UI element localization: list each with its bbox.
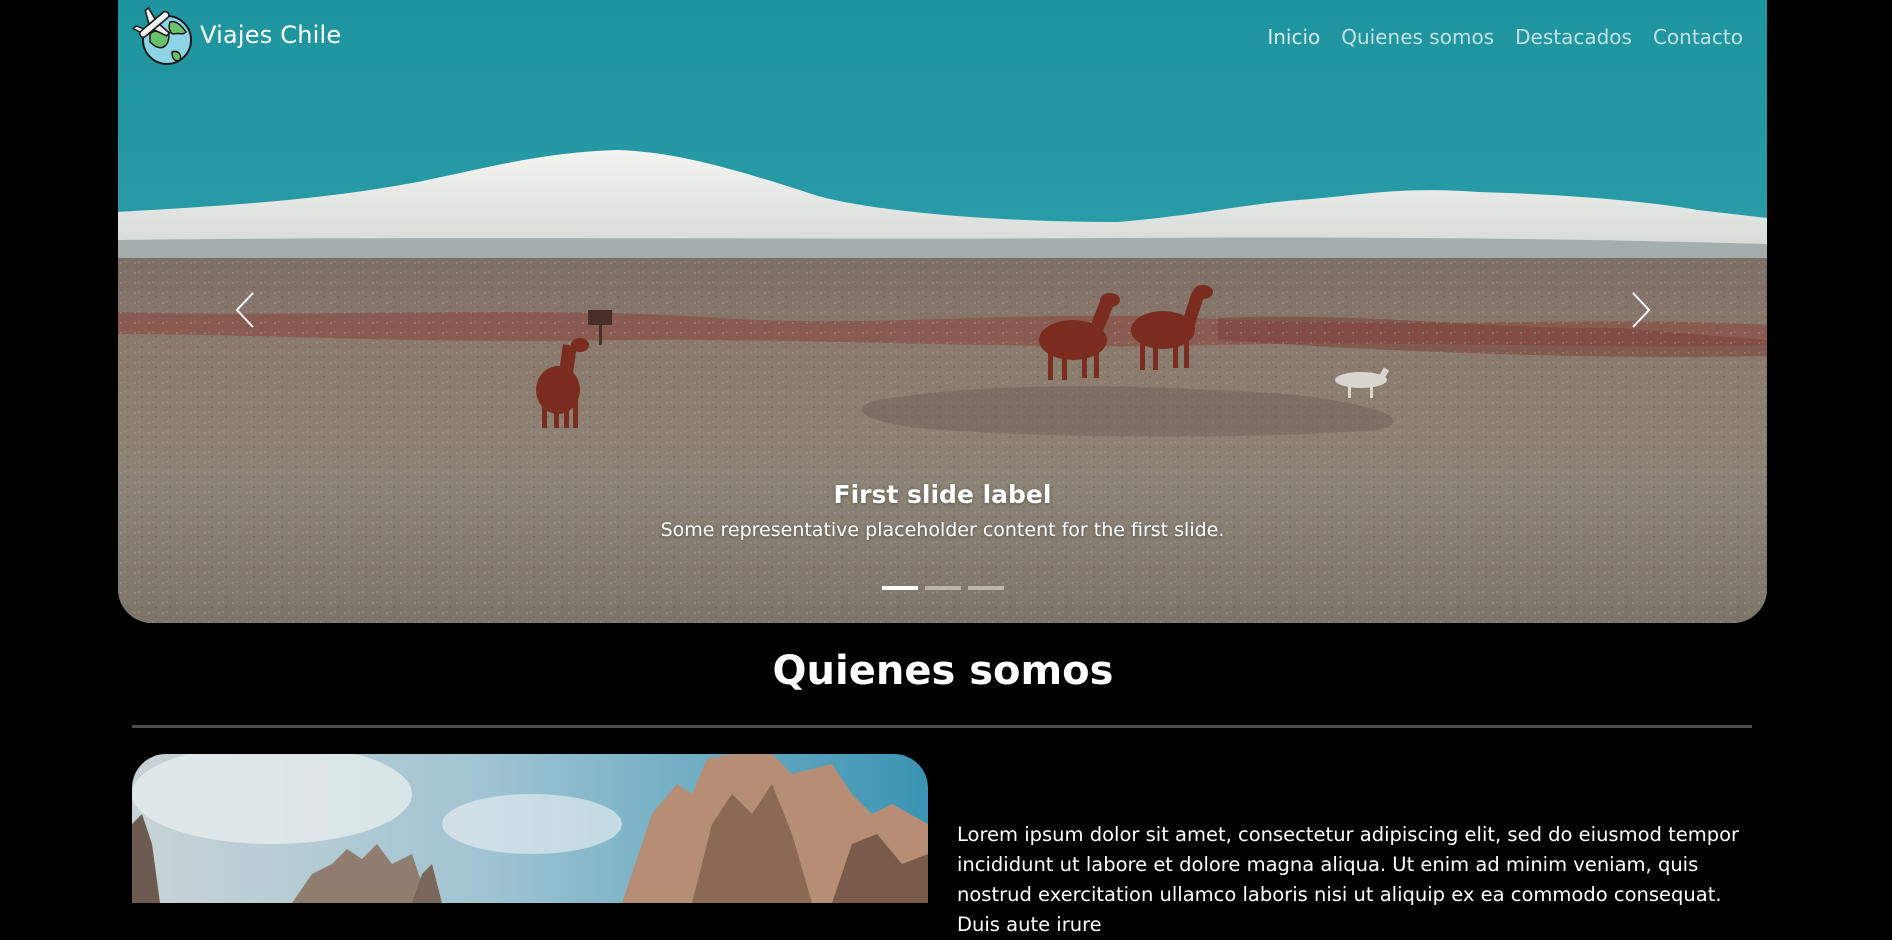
chevron-left-icon xyxy=(235,292,254,328)
carousel-indicator-2[interactable] xyxy=(924,586,961,590)
page: Viajes Chile Inicio Quienes somos Destac… xyxy=(0,0,1892,936)
navbar: Viajes Chile Inicio Quienes somos Destac… xyxy=(118,0,1767,70)
about-paragraph: Lorem ipsum dolor sit amet, consectetur … xyxy=(957,823,1740,936)
nav-link-destacados[interactable]: Destacados xyxy=(1515,25,1632,49)
section-divider xyxy=(132,725,1752,728)
chevron-right-icon xyxy=(1632,292,1651,328)
caption-title: First slide label xyxy=(833,480,1052,509)
carousel-indicator-3[interactable] xyxy=(967,586,1004,590)
nav-link-quienes-somos[interactable]: Quienes somos xyxy=(1341,25,1494,49)
about-image xyxy=(132,754,928,903)
hero-carousel: Viajes Chile Inicio Quienes somos Destac… xyxy=(118,0,1767,623)
carousel-prev-button[interactable] xyxy=(223,285,267,335)
caption-text: Some representative placeholder content … xyxy=(660,519,1225,541)
section-title-quienes-somos: Quienes somos xyxy=(772,648,1114,694)
globe-airplane-icon xyxy=(132,6,192,65)
mountain-photo xyxy=(132,754,928,903)
carousel-next-button[interactable] xyxy=(1619,285,1663,335)
carousel-indicator-1[interactable] xyxy=(881,586,918,590)
brand-link[interactable]: Viajes Chile xyxy=(132,4,341,66)
nav-link-inicio[interactable]: Inicio xyxy=(1267,25,1320,49)
brand-name: Viajes Chile xyxy=(200,21,342,49)
nav-links: Inicio Quienes somos Destacados Contacto xyxy=(1267,25,1743,49)
carousel-indicators xyxy=(118,586,1767,590)
carousel-caption: First slide label Some representative pl… xyxy=(118,480,1767,541)
nav-link-contacto[interactable]: Contacto xyxy=(1653,25,1743,49)
